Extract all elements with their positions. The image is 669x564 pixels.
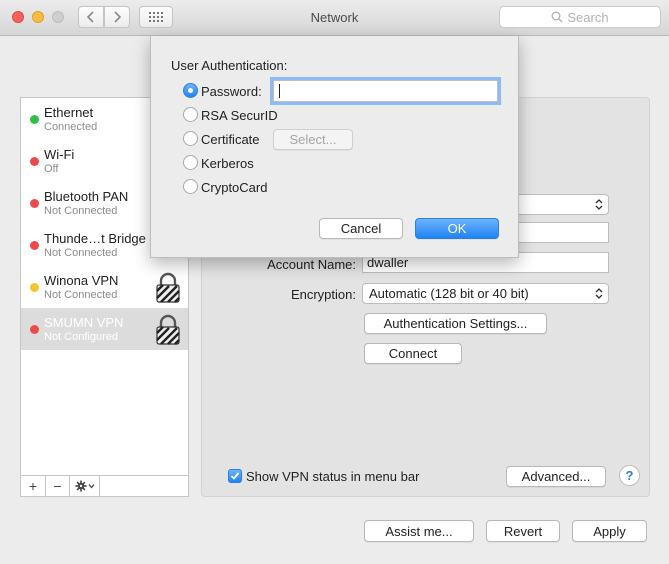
gear-icon	[75, 480, 94, 492]
radio-cryptocard[interactable]	[183, 179, 198, 194]
encryption-label: Encryption:	[290, 287, 356, 302]
vpn-lock-icon	[155, 314, 181, 349]
ok-button[interactable]: OK	[415, 218, 499, 239]
service-list-controls: + −	[20, 476, 189, 497]
action-menu-button[interactable]	[70, 476, 100, 496]
remove-service-button[interactable]: −	[46, 476, 70, 496]
user-authentication-sheet: User Authentication: Password: RSA Secur…	[150, 36, 519, 258]
advanced-button[interactable]: Advanced...	[506, 466, 606, 487]
connect-button[interactable]: Connect	[364, 343, 462, 364]
service-name: SMUMN VPN	[44, 315, 124, 330]
updown-arrows-icon	[595, 287, 603, 303]
service-status: Not Connected	[44, 205, 118, 217]
checkmark-icon	[230, 472, 240, 480]
status-dot-icon	[30, 325, 39, 334]
service-status: Off	[44, 163, 59, 175]
service-name: Winona VPN	[44, 273, 119, 288]
radio-kerberos-label: Kerberos	[201, 156, 254, 171]
radio-rsa-securid-label: RSA SecurID	[201, 108, 278, 123]
add-label: +	[28, 478, 38, 494]
revert-button[interactable]: Revert	[486, 520, 560, 542]
title-bar: Network Search	[0, 0, 669, 36]
show-vpn-status-label: Show VPN status in menu bar	[246, 469, 420, 484]
assist-me-button[interactable]: Assist me...	[364, 520, 474, 542]
password-field[interactable]	[273, 80, 498, 102]
radio-password[interactable]	[183, 83, 198, 98]
updown-arrows-icon	[595, 198, 603, 214]
select-certificate-button[interactable]: Select...	[273, 129, 353, 150]
service-item[interactable]: SMUMN VPN Not Configured	[21, 308, 188, 350]
service-name: Ethernet	[44, 105, 94, 120]
text-caret	[279, 84, 280, 98]
status-dot-icon	[30, 241, 39, 250]
apply-button[interactable]: Apply	[572, 520, 647, 542]
service-name: Thunde…t Bridge	[44, 231, 146, 246]
add-service-button[interactable]: +	[21, 476, 46, 496]
radio-rsa-securid[interactable]	[183, 107, 198, 122]
search-input[interactable]: Search	[499, 6, 661, 28]
remove-label: −	[53, 478, 62, 494]
status-dot-icon	[30, 199, 39, 208]
status-dot-icon	[30, 283, 39, 292]
encryption-popup[interactable]: Automatic (128 bit or 40 bit)	[362, 283, 609, 304]
status-dot-icon	[30, 115, 39, 124]
service-name: Bluetooth PAN	[44, 189, 129, 204]
cancel-button[interactable]: Cancel	[319, 218, 403, 239]
radio-cryptocard-label: CryptoCard	[201, 180, 268, 195]
radio-kerberos[interactable]	[183, 155, 198, 170]
vpn-lock-icon	[155, 272, 181, 307]
authentication-settings-button[interactable]: Authentication Settings...	[364, 313, 547, 334]
radio-certificate[interactable]	[183, 131, 198, 146]
radio-password-label: Password:	[201, 84, 262, 99]
account-name-label: Account Name:	[267, 257, 356, 272]
service-status: Connected	[44, 121, 98, 133]
search-icon	[551, 11, 563, 23]
service-status: Not Configured	[44, 331, 118, 343]
radio-certificate-label: Certificate	[201, 132, 260, 147]
help-button[interactable]: ?	[619, 465, 640, 486]
service-name: Wi-Fi	[44, 147, 75, 162]
service-item[interactable]: Winona VPN Not Connected	[21, 266, 188, 308]
encryption-value: Automatic (128 bit or 40 bit)	[369, 286, 529, 301]
show-vpn-status-checkbox[interactable]	[228, 469, 242, 483]
service-status: Not Connected	[44, 247, 118, 259]
service-status: Not Connected	[44, 289, 118, 301]
search-placeholder: Search	[567, 9, 609, 25]
sheet-title: User Authentication:	[171, 58, 288, 73]
status-dot-icon	[30, 157, 39, 166]
